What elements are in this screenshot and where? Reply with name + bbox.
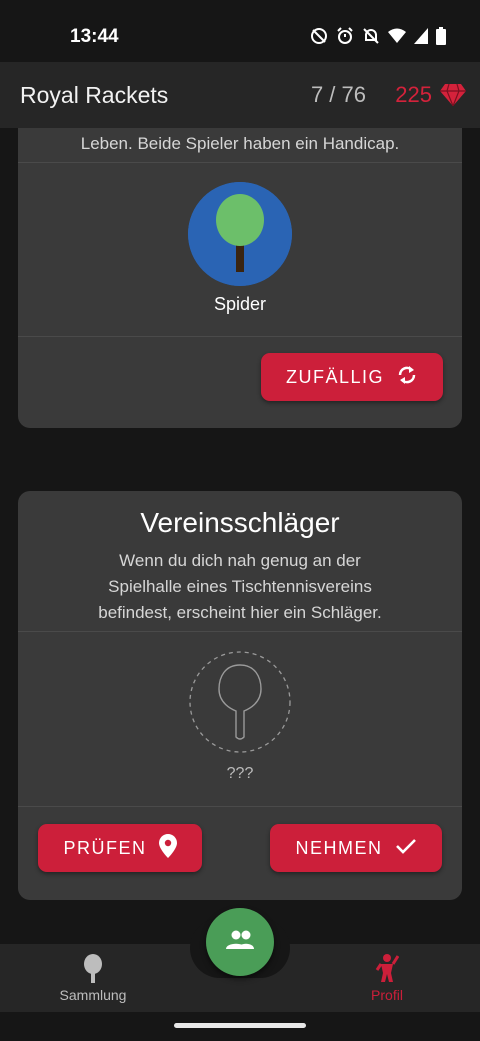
gem-count: 225 — [395, 82, 432, 107]
nav-collection-label: Sammlung — [59, 987, 127, 1003]
divider — [18, 631, 462, 632]
gesture-bar-area — [0, 1012, 480, 1041]
signal-icon — [414, 28, 428, 49]
description-line: Wenn du dich nah genug an der — [119, 551, 361, 570]
nav-profile-label: Profil — [371, 987, 403, 1003]
description-line: Spielhalle eines Tischtennisvereins — [108, 577, 372, 596]
collection-count: 7 / 76 — [310, 82, 366, 107]
racket-placeholder — [189, 651, 291, 753]
card-title: Vereinsschläger — [140, 507, 340, 538]
no-location-icon — [310, 27, 328, 50]
app-bar: Royal Rackets 7 / 76 225 — [0, 62, 480, 128]
app-title: Royal Rackets — [20, 82, 169, 108]
nav-profile[interactable]: Profil — [327, 944, 447, 1012]
divider — [18, 162, 462, 163]
notifications-off-icon — [362, 27, 380, 50]
divider — [18, 336, 462, 337]
nav-collection[interactable]: Sammlung — [33, 944, 153, 1012]
gesture-handle[interactable] — [174, 1023, 306, 1028]
checkmark-icon — [395, 837, 417, 860]
take-button-label: NEHMEN — [295, 837, 383, 858]
status-icons — [310, 27, 446, 50]
alarm-icon — [336, 27, 354, 50]
racket-nav-icon — [83, 954, 103, 989]
refresh-icon — [396, 364, 418, 391]
friends-fab-button[interactable] — [206, 908, 274, 976]
status-time: 13:44 — [70, 26, 119, 47]
person-waving-icon — [375, 953, 400, 988]
check-button-label: PRÜFEN — [63, 837, 147, 858]
random-button-label: ZUFÄLLIG — [285, 366, 385, 387]
racket-outline-icon — [189, 651, 291, 753]
status-bar: 13:44 — [0, 0, 480, 62]
wifi-icon — [388, 28, 406, 49]
racket-icon — [188, 182, 292, 286]
random-button[interactable]: ZUFÄLLIG — [261, 353, 443, 401]
club-racket-card: Vereinsschläger Wenn du dich nah genug a… — [18, 491, 462, 900]
group-icon — [225, 930, 255, 955]
description-line: befindest, erscheint hier ein Schläger. — [98, 603, 382, 622]
card-description: Wenn du dich nah genug an der Spielhalle… — [18, 548, 462, 626]
gem-icon — [440, 83, 466, 111]
racket-unknown-name: ??? — [226, 765, 254, 782]
racket-name: Spider — [213, 294, 267, 314]
battery-icon — [436, 27, 446, 50]
random-racket-card: Leben. Beide Spieler haben ein Handicap.… — [18, 128, 462, 428]
check-button[interactable]: PRÜFEN — [38, 824, 202, 872]
take-button[interactable]: NEHMEN — [270, 824, 442, 872]
racket-avatar[interactable] — [188, 182, 292, 286]
location-pin-icon — [158, 833, 177, 863]
divider — [18, 806, 462, 807]
card1-description: Leben. Beide Spieler haben ein Handicap. — [80, 134, 400, 153]
